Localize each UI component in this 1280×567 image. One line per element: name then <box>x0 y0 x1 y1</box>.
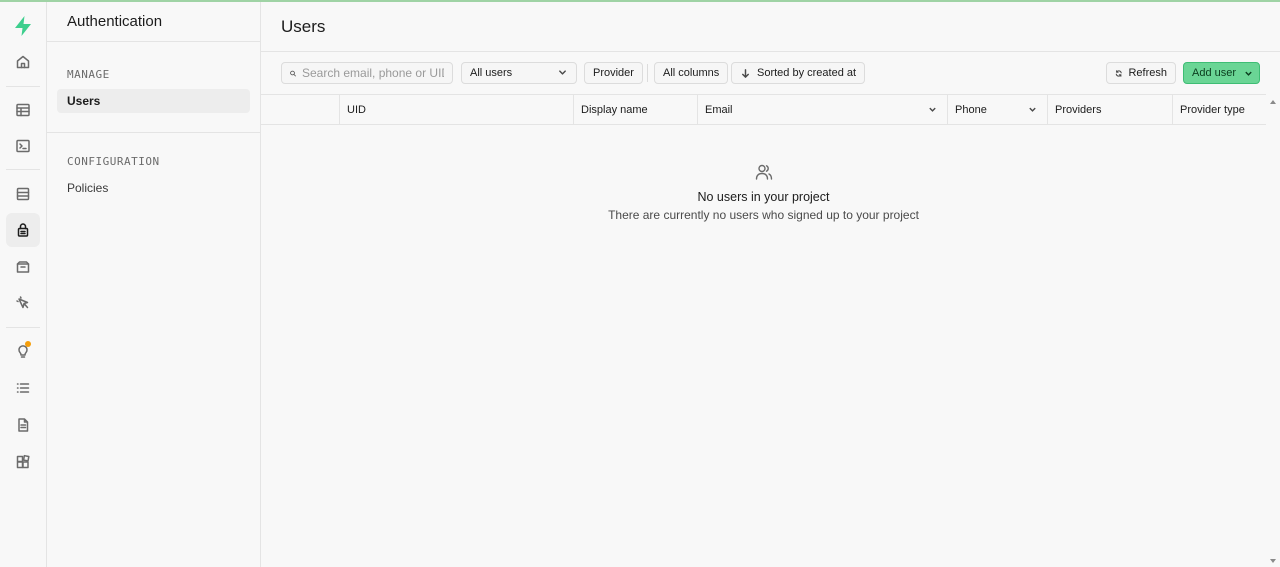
users-table-header: UID Display name Email Phone Providers P… <box>261 94 1266 125</box>
arrow-down-icon <box>742 68 749 78</box>
column-header-label: Provider type <box>1180 103 1245 116</box>
column-header-display-name[interactable]: Display name <box>573 95 697 124</box>
docs-icon[interactable] <box>6 408 40 442</box>
user-filter-label: All users <box>470 67 513 79</box>
rail-divider <box>6 327 40 328</box>
add-user-button[interactable]: Add user <box>1183 62 1260 84</box>
refresh-label: Refresh <box>1128 67 1167 79</box>
edge-functions-icon[interactable] <box>6 286 40 320</box>
chevron-down-icon <box>1245 71 1252 76</box>
advisors-icon[interactable] <box>6 334 40 368</box>
users-icon <box>755 164 772 180</box>
column-header-label: Phone <box>955 103 987 116</box>
column-header-label: UID <box>347 103 366 116</box>
column-header-label: Providers <box>1055 103 1102 116</box>
scroll-up-icon[interactable] <box>1270 100 1276 104</box>
table-scrollbar[interactable] <box>1266 94 1280 567</box>
empty-state-subtitle: There are currently no users who signed … <box>608 208 919 222</box>
columns-label: All columns <box>663 67 720 79</box>
icon-rail <box>0 2 47 567</box>
column-header-label: Display name <box>581 103 648 116</box>
rail-divider <box>6 86 40 87</box>
user-filter-select[interactable]: All users <box>461 62 577 84</box>
empty-state: No users in your project There are curre… <box>261 162 1266 222</box>
column-header-label: Email <box>705 103 733 116</box>
column-header-uid[interactable]: UID <box>339 95 573 124</box>
columns-button[interactable]: All columns <box>654 62 729 84</box>
home-icon[interactable] <box>6 45 40 79</box>
logs-icon[interactable] <box>6 371 40 405</box>
storage-icon[interactable] <box>6 250 40 284</box>
main-content: Users All users Provider All columns Sor… <box>261 2 1280 567</box>
page-title: Users <box>261 2 1280 52</box>
sidebar-item-label: Policies <box>67 181 109 195</box>
search-input[interactable] <box>302 66 444 80</box>
column-header-phone[interactable]: Phone <box>947 95 1047 124</box>
search-icon <box>290 70 296 76</box>
section-label-configuration: CONFIGURATION <box>67 155 160 168</box>
provider-filter-label: Provider <box>593 67 634 79</box>
notification-dot <box>25 341 31 347</box>
provider-filter-button[interactable]: Provider <box>584 62 643 84</box>
add-user-label: Add user <box>1192 67 1237 79</box>
sidebar-item-policies[interactable]: Policies <box>57 176 250 200</box>
column-header-email[interactable]: Email <box>697 95 947 124</box>
column-header-providers[interactable]: Providers <box>1047 95 1172 124</box>
toolbar-divider <box>647 64 648 82</box>
search-box[interactable] <box>281 62 453 84</box>
sort-button[interactable]: Sorted by created at <box>731 62 866 84</box>
auth-lock-icon[interactable] <box>6 213 40 247</box>
integrations-icon[interactable] <box>6 445 40 479</box>
chevron-down-icon <box>559 70 566 75</box>
scroll-down-icon[interactable] <box>1270 559 1276 563</box>
sidebar-item-users[interactable]: Users <box>57 89 250 113</box>
sidebar-item-label: Users <box>67 94 101 108</box>
database-icon[interactable] <box>6 177 40 211</box>
sidebar-title: Authentication <box>47 2 260 42</box>
product-sidebar: Authentication MANAGE Users CONFIGURATIO… <box>47 2 261 567</box>
refresh-icon <box>1115 69 1122 77</box>
rail-divider <box>6 169 40 170</box>
sql-editor-icon[interactable] <box>6 129 40 163</box>
section-label-manage: MANAGE <box>67 68 110 81</box>
empty-state-title: No users in your project <box>697 190 830 204</box>
users-toolbar: All users Provider All columns Sorted by… <box>261 52 1280 94</box>
chevron-down-icon <box>1029 107 1036 112</box>
table-editor-icon[interactable] <box>6 93 40 127</box>
column-header-provider-type[interactable]: Provider type <box>1172 95 1266 124</box>
sort-label: Sorted by created at <box>757 67 857 79</box>
refresh-button[interactable]: Refresh <box>1106 62 1176 84</box>
chevron-down-icon <box>929 107 936 112</box>
logo-icon[interactable] <box>11 14 35 38</box>
